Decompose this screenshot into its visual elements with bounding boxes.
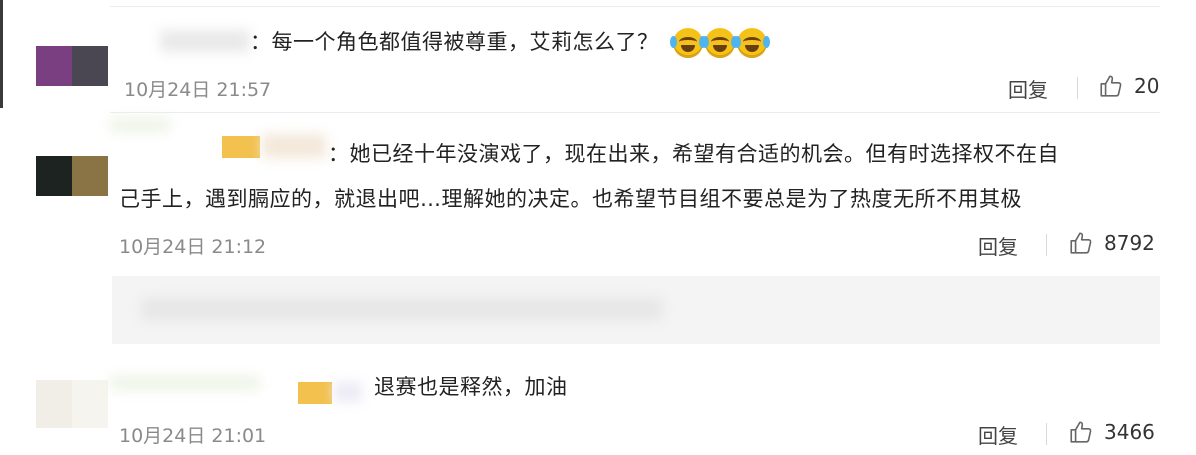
- thumbs-up-icon: [1070, 232, 1092, 254]
- username-blurred[interactable]: [160, 30, 250, 52]
- left-edge-mark: [0, 0, 3, 108]
- username-blurred-top: [110, 376, 260, 390]
- thumbs-up-icon: [1100, 75, 1122, 97]
- username-badge[interactable]: [298, 382, 332, 404]
- avatar-right-half: [72, 46, 108, 86]
- avatar-right-half: [72, 156, 108, 196]
- like-count: 3466: [1104, 420, 1155, 444]
- comment-text: 退赛也是释然，加油: [374, 375, 568, 399]
- avatar-left-half: [36, 156, 72, 196]
- username-blurred[interactable]: [262, 134, 326, 158]
- comment-divider: [110, 112, 1160, 113]
- comment-text-line2: 己手上，遇到膈应的，就退出吧…理解她的决定。也希望节目组不要总是为了热度无所不用…: [119, 187, 1022, 211]
- avatar-left-half: [36, 380, 72, 428]
- action-separator: [1046, 423, 1047, 445]
- like-button[interactable]: 8792: [1068, 230, 1155, 256]
- action-separator: [1077, 77, 1078, 99]
- top-divider: [110, 6, 1160, 7]
- avatar[interactable]: [36, 380, 108, 428]
- reply-button[interactable]: 回复: [978, 420, 1018, 449]
- avatar-left-half: [36, 46, 72, 86]
- like-count: 8792: [1104, 231, 1155, 255]
- avatar[interactable]: [36, 156, 108, 196]
- replies-preview-blurred: [142, 298, 662, 320]
- comment-text: ：每一个角色都值得被尊重，艾莉怎么了？: [250, 26, 770, 58]
- username-badge[interactable]: [222, 136, 260, 158]
- avatar-right-half: [72, 380, 108, 428]
- like-button[interactable]: 3466: [1068, 419, 1155, 445]
- replies-preview-box[interactable]: [112, 276, 1160, 344]
- laugh-cry-icon: [701, 28, 738, 58]
- comment-time: 10月24日 21:01: [119, 425, 267, 447]
- laugh-cry-icon: [669, 28, 706, 58]
- username-blurred-top: [110, 118, 170, 132]
- action-separator: [1046, 234, 1047, 256]
- comment-time: 10月24日 21:57: [124, 79, 272, 101]
- like-count: 20: [1134, 74, 1160, 98]
- comment-text-line1: ：她已经十年没演戏了，现在出来，希望有合适的机会。但有时选择权不在自: [328, 142, 1059, 166]
- reply-button[interactable]: 回复: [978, 231, 1018, 260]
- username-blurred[interactable]: [334, 382, 362, 402]
- like-button[interactable]: 20: [1098, 73, 1159, 99]
- reply-button[interactable]: 回复: [1008, 74, 1048, 103]
- thumbs-up-icon: [1070, 421, 1092, 443]
- laugh-cry-icon: [733, 28, 770, 58]
- avatar[interactable]: [36, 46, 108, 86]
- comment-time: 10月24日 21:12: [119, 236, 267, 258]
